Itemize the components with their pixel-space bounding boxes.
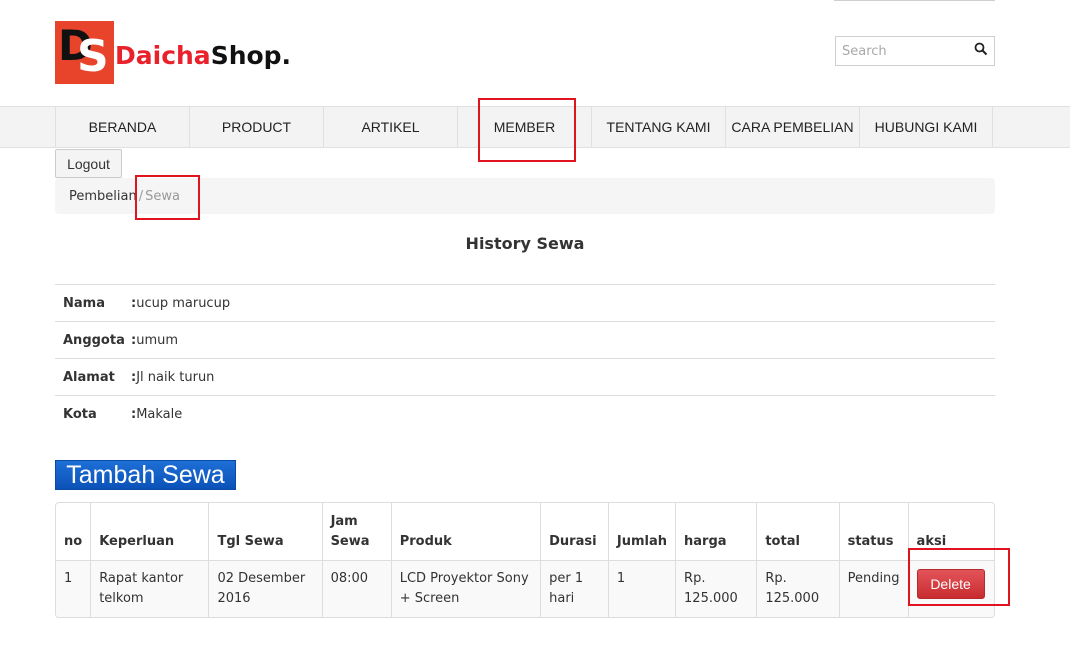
member-info-row: Nama : ucup marucup bbox=[55, 284, 995, 321]
nav-item-tentang-kami[interactable]: TENTANG KAMI bbox=[591, 107, 725, 147]
col-header-tgl-sewa: Tgl Sewa bbox=[208, 503, 323, 560]
info-value-nama: ucup marucup bbox=[136, 295, 231, 311]
nav-item-beranda[interactable]: BERANDA bbox=[55, 107, 189, 147]
table-header-row: no Keperluan Tgl Sewa Jam Sewa Produk Du… bbox=[56, 503, 994, 560]
cell-total: Rp. 125.000 bbox=[756, 559, 840, 617]
nav-item-hubungi-kami[interactable]: HUBUNGI KAMI bbox=[859, 107, 993, 147]
col-header-no: no bbox=[64, 533, 83, 549]
nav-item-member[interactable]: MEMBER bbox=[457, 107, 591, 147]
member-info-row: Kota : Makale bbox=[55, 395, 995, 432]
cell-durasi: per 1 hari bbox=[540, 559, 609, 617]
col-header-durasi: Durasi bbox=[540, 503, 609, 560]
search-input[interactable] bbox=[836, 37, 966, 65]
col-header-aksi: aksi bbox=[907, 503, 994, 560]
info-value-kota: Makale bbox=[136, 406, 183, 422]
page-title: History Sewa bbox=[465, 234, 585, 253]
breadcrumb-separator: / bbox=[138, 188, 144, 204]
search-box bbox=[835, 36, 995, 66]
info-label-nama: Nama bbox=[63, 295, 105, 311]
info-label-alamat: Alamat bbox=[63, 369, 115, 385]
info-label-anggota: Anggota bbox=[63, 332, 125, 348]
nav-item-cara-pembelian[interactable]: CARA PEMBELIAN bbox=[725, 107, 859, 147]
col-header-total: total bbox=[756, 503, 840, 560]
breadcrumb-parent[interactable]: Pembelian bbox=[69, 189, 137, 204]
col-header-jam-sewa: Jam Sewa bbox=[321, 503, 392, 560]
col-header-keperluan: Keperluan bbox=[90, 503, 209, 560]
top-divider bbox=[834, 0, 995, 1]
cell-jumlah: 1 bbox=[607, 559, 676, 617]
info-value-alamat: Jl naik turun bbox=[136, 369, 215, 385]
logout-button[interactable]: Logout bbox=[55, 149, 122, 178]
search-icon[interactable] bbox=[974, 42, 988, 56]
logo-text-red: Daicha bbox=[115, 41, 211, 70]
col-header-harga: harga bbox=[675, 503, 757, 560]
cell-produk: LCD Proyektor Sony + Screen bbox=[390, 559, 541, 617]
cell-keperluan: Rapat kantor telkom bbox=[90, 559, 209, 617]
breadcrumb: Pembelian / Sewa bbox=[55, 178, 995, 214]
main-navbar: BERANDA PRODUCT ARTIKEL MEMBER TENTANG K… bbox=[0, 106, 1070, 148]
logo-text: DaichaShop. bbox=[115, 37, 291, 68]
member-info-table: Nama : ucup marucup Anggota : umum Alama… bbox=[55, 284, 995, 432]
member-info-row: Alamat : Jl naik turun bbox=[55, 358, 995, 395]
nav-menu: BERANDA PRODUCT ARTIKEL MEMBER TENTANG K… bbox=[55, 107, 993, 147]
cell-jam-sewa: 08:00 bbox=[321, 559, 392, 617]
info-label-kota: Kota bbox=[63, 406, 97, 422]
info-value-anggota: umum bbox=[136, 332, 179, 348]
col-header-status: status bbox=[838, 503, 909, 560]
cell-no: 1 bbox=[56, 559, 91, 617]
delete-button[interactable]: Delete bbox=[916, 568, 985, 599]
nav-item-product[interactable]: PRODUCT bbox=[189, 107, 323, 147]
breadcrumb-current: Sewa bbox=[145, 188, 180, 204]
nav-item-artikel[interactable]: ARTIKEL bbox=[323, 107, 457, 147]
logo-mark: D S bbox=[55, 21, 114, 84]
cell-harga: Rp. 125.000 bbox=[675, 559, 757, 617]
cell-status: Pending bbox=[838, 559, 909, 617]
tambah-sewa-button[interactable]: Tambah Sewa bbox=[55, 460, 236, 490]
site-logo[interactable]: D S DaichaShop. bbox=[55, 21, 291, 84]
col-header-jumlah: Jumlah bbox=[607, 503, 676, 560]
cell-aksi: Delete bbox=[907, 559, 994, 617]
logo-text-dark: Shop. bbox=[210, 41, 292, 70]
col-header-produk: Produk bbox=[390, 503, 541, 560]
rental-history-table: no Keperluan Tgl Sewa Jam Sewa Produk Du… bbox=[55, 502, 995, 618]
member-info-row: Anggota : umum bbox=[55, 321, 995, 358]
cell-tgl-sewa: 02 Desember 2016 bbox=[208, 559, 323, 617]
table-row: 1 Rapat kantor telkom 02 Desember 2016 0… bbox=[56, 559, 994, 617]
